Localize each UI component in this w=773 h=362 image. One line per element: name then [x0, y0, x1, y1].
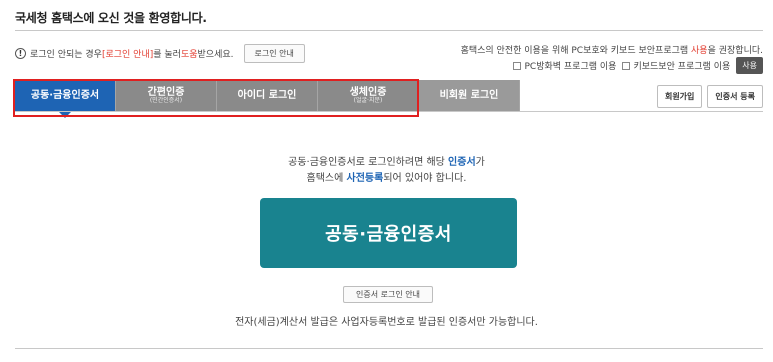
- use-button[interactable]: 사용: [736, 57, 763, 74]
- e-invoice-footnote: 전자(세금)계산서 발급은 사업자등록번호로 발급된 인증서만 가능합니다.: [235, 317, 538, 328]
- firewall-option[interactable]: PC방화벽 프로그램 이용: [513, 59, 616, 72]
- cert-login-button[interactable]: 공동·금융인증서: [260, 198, 517, 268]
- notice-text-1: 로그인 안되는 경우: [30, 50, 102, 60]
- desc-text: 공동·금융인증서로 로그인하려면 해당: [288, 157, 449, 168]
- security-recommendation: 홈택스의 안전한 이용을 위해 PC보호와 키보드 보안프로그램 사용을 권장합…: [461, 43, 763, 56]
- divider: [15, 348, 763, 349]
- tab-guest-login[interactable]: 비회원 로그인: [419, 80, 520, 112]
- login-guide-button[interactable]: 로그인 안내: [243, 44, 305, 63]
- highlight-box: [13, 79, 419, 117]
- security-text-2: 을 권장합니다.: [707, 46, 763, 56]
- security-use-text: 사용: [691, 46, 708, 56]
- login-help-notice: ! 로그인 안되는 경우 [로그인 안내] 를 눌러 도움 받으세요. 로그인 …: [15, 44, 305, 63]
- security-text-1: 홈택스의 안전한 이용을 위해 PC보호와 키보드 보안프로그램: [460, 46, 692, 56]
- desc-text: 홈택스에: [306, 173, 347, 184]
- divider: [15, 30, 763, 31]
- info-icon: !: [15, 48, 26, 59]
- tab-label: 비회원 로그인: [439, 90, 499, 102]
- desc-line-1: 공동·금융인증서로 로그인하려면 해당 인증서가: [0, 155, 773, 171]
- signup-button[interactable]: 회원가입: [656, 85, 703, 108]
- desc-text: 되어 있어야 합니다.: [383, 173, 467, 184]
- security-options: PC방화벽 프로그램 이용 키보드보안 프로그램 이용 사용: [507, 57, 763, 74]
- notice-link-login-guide: [로그인 안내]: [101, 50, 154, 60]
- keyboard-security-option[interactable]: 키보드보안 프로그램 이용: [622, 59, 730, 72]
- desc-line-2: 홈택스에 사전등록되어 있어야 합니다.: [0, 171, 773, 187]
- desc-highlight: 사전등록: [346, 173, 384, 184]
- desc-text: 가: [475, 157, 485, 168]
- keyboard-security-label: 키보드보안 프로그램 이용: [633, 62, 731, 72]
- account-buttons: 회원가입 인증서 등록: [652, 85, 763, 108]
- welcome-heading: 국세청 홈택스에 오신 것을 환영합니다.: [15, 11, 207, 25]
- desc-highlight: 인증서: [448, 157, 476, 168]
- notice-text-3: 받으세요.: [197, 50, 234, 60]
- cert-description: 공동·금융인증서로 로그인하려면 해당 인증서가 홈택스에 사전등록되어 있어야…: [0, 155, 773, 187]
- cert-login-guide-button[interactable]: 인증서 로그인 안내: [343, 286, 433, 303]
- cert-register-button[interactable]: 인증서 등록: [707, 85, 763, 108]
- notice-help-text: 도움: [180, 50, 198, 60]
- firewall-label: PC방화벽 프로그램 이용: [524, 62, 617, 72]
- keyboard-security-checkbox[interactable]: [622, 61, 631, 70]
- firewall-checkbox[interactable]: [513, 61, 522, 70]
- notice-text-2: 를 눌러: [153, 50, 181, 60]
